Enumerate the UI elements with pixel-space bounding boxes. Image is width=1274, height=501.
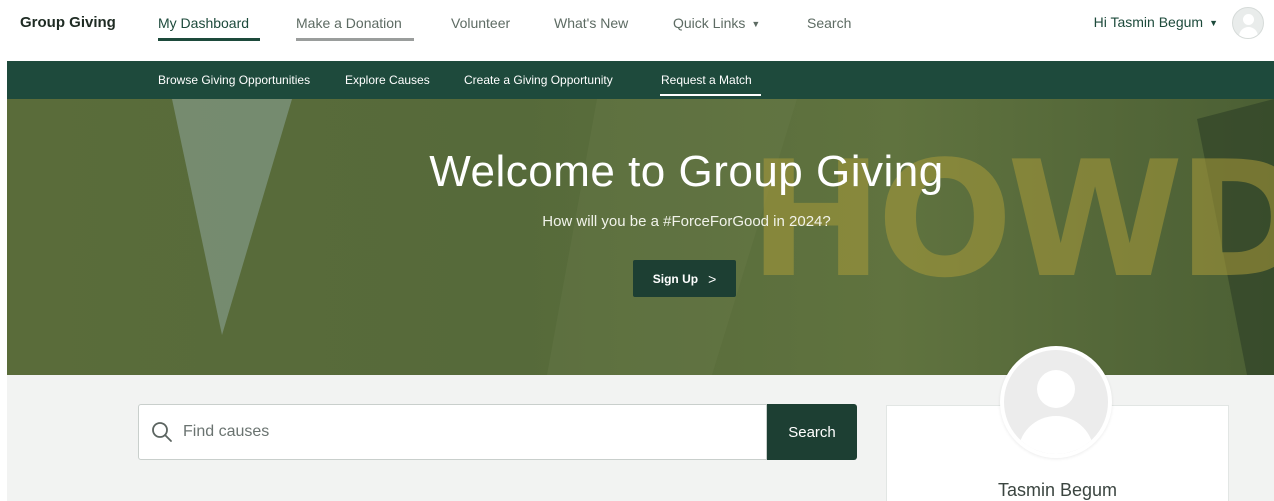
hero-background-graphic: HOWDEN [172,99,1274,375]
nav-whats-new[interactable]: What's New [554,15,628,31]
nav-make-a-donation[interactable]: Make a Donation [296,15,402,31]
sign-up-button[interactable]: Sign Up > [633,260,736,297]
active-nav-underline [158,38,260,41]
hero-subtitle: How will you be a #ForceForGood in 2024? [542,213,831,230]
user-menu[interactable]: Hi Tasmin Begum ▼ [1094,14,1218,30]
subnav-explore-causes[interactable]: Explore Causes [345,73,430,87]
search-icon [152,422,172,442]
brand-link[interactable]: Group Giving [20,14,116,31]
nav-volunteer[interactable]: Volunteer [451,15,510,31]
subnav-request-a-match[interactable]: Request a Match [661,73,752,87]
sign-up-label: Sign Up [652,271,699,286]
chevron-right-icon: > [708,270,717,287]
subnav-browse-giving-opportunities[interactable]: Browse Giving Opportunities [158,73,310,87]
caret-down-icon: ▼ [1209,18,1218,28]
quick-links-label: Quick Links [673,15,746,31]
user-avatar-icon[interactable] [1232,7,1264,39]
hero-banner: HOWDEN Welcome to Group Giving How will … [7,99,1274,375]
hero-title: Welcome to Group Giving [429,147,944,196]
user-greeting: Hi Tasmin Begum [1093,14,1204,30]
active-subnav-underline [660,94,761,96]
profile-name: Tasmin Begum [997,480,1118,500]
nav-quick-links[interactable]: Quick Links ▼ [673,15,760,31]
sub-navigation: Browse Giving Opportunities Explore Caus… [7,61,1274,99]
caret-down-icon: ▼ [751,19,761,29]
top-navigation: Group Giving My Dashboard Make a Donatio… [0,0,1274,48]
search-input[interactable]: Find causes [183,423,269,441]
search-field[interactable]: Find causes [138,404,767,460]
subnav-create-giving-opportunity[interactable]: Create a Giving Opportunity [464,73,613,87]
search-button[interactable]: Search [767,404,857,460]
profile-avatar-icon [1000,346,1112,458]
hover-nav-underline [296,38,414,41]
nav-search[interactable]: Search [807,15,851,31]
nav-my-dashboard[interactable]: My Dashboard [158,15,249,31]
